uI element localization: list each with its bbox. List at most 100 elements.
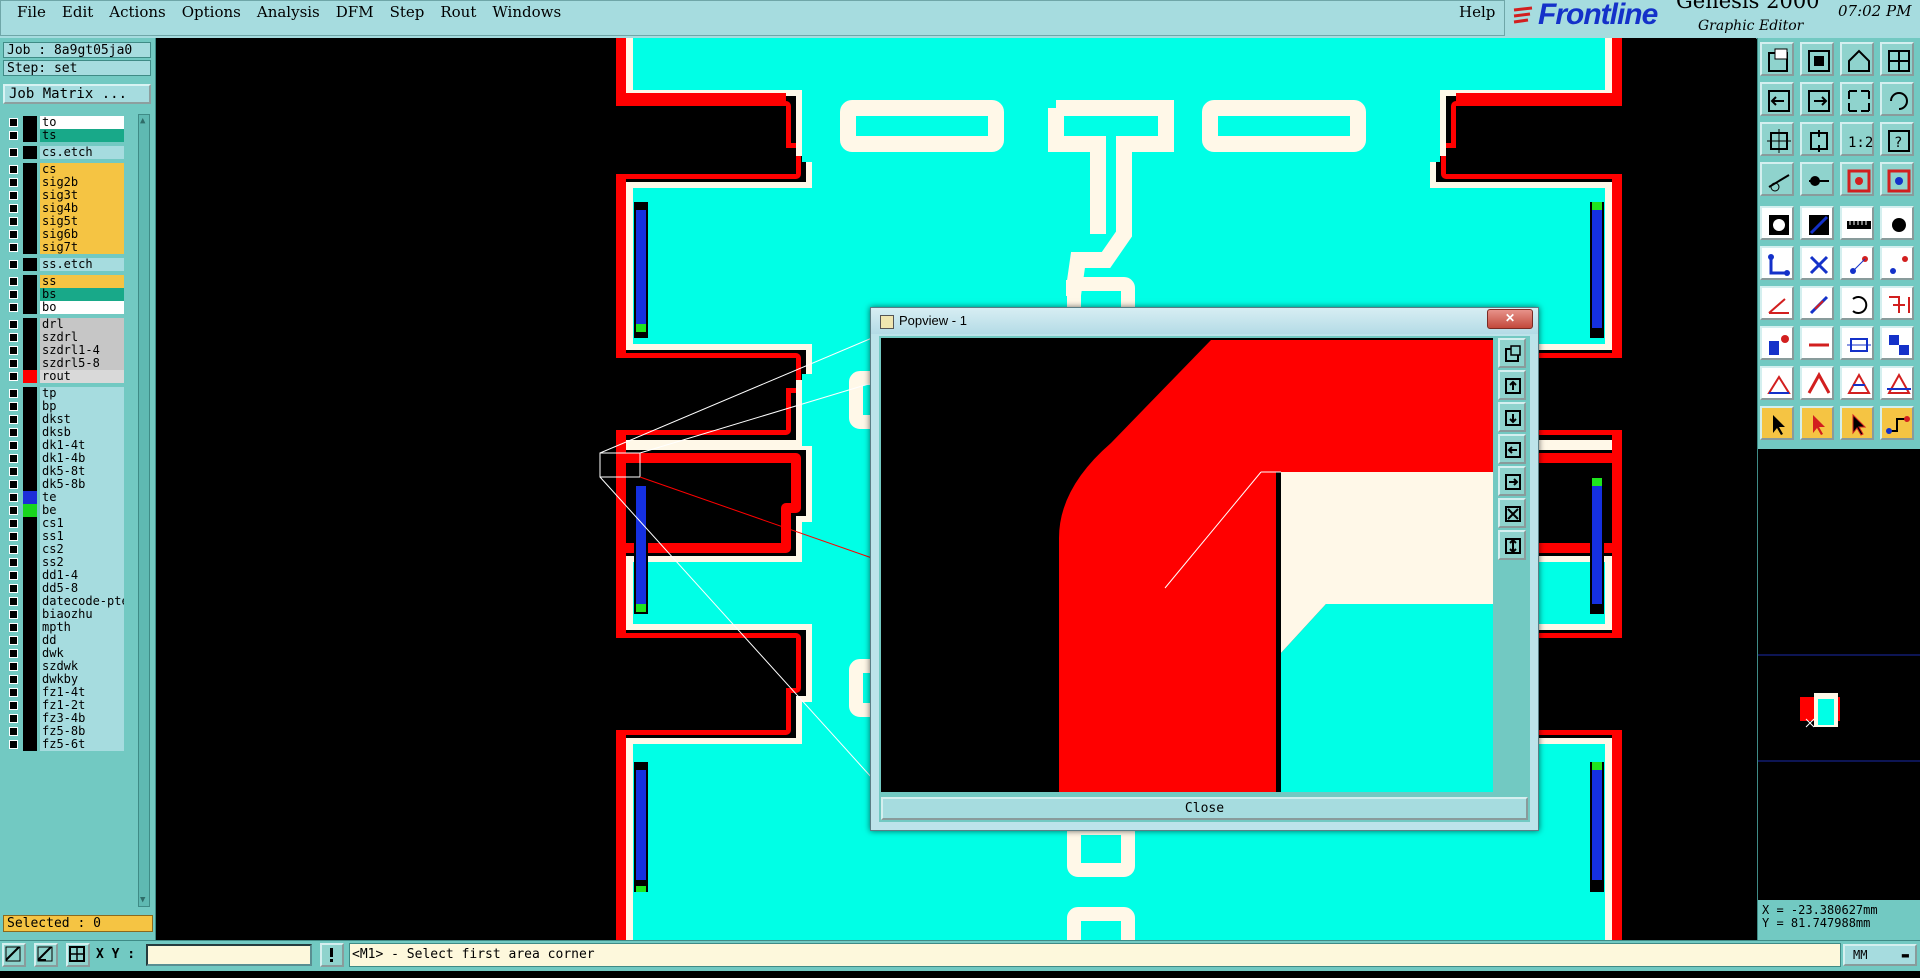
layer-checkbox[interactable] [9, 178, 18, 187]
layer-red-icon[interactable] [1840, 162, 1874, 196]
menu-actions[interactable]: Actions [101, 1, 173, 23]
layer-checkbox[interactable] [9, 372, 18, 381]
layer-label[interactable]: fz5-8b [40, 725, 124, 738]
menu-step[interactable]: Step [382, 1, 433, 23]
ruler-icon[interactable] [1840, 206, 1874, 240]
layer-row[interactable]: sig4b [3, 202, 125, 215]
menu-help[interactable]: Help [1459, 1, 1495, 23]
angle-icon[interactable] [1760, 286, 1794, 320]
popview-close-button[interactable]: Close [881, 797, 1528, 820]
zoom-home-icon[interactable] [1760, 42, 1794, 76]
layer-label[interactable]: szdrl1-4 [40, 344, 124, 357]
layer-row[interactable]: fz1-4t [3, 686, 125, 699]
layer-checkbox[interactable] [9, 636, 18, 645]
layer-checkbox[interactable] [9, 454, 18, 463]
layer-label[interactable]: fz1-2t [40, 699, 124, 712]
layer-row[interactable]: fz5-8b [3, 725, 125, 738]
triangle-arrow-icon[interactable] [1840, 366, 1874, 400]
layer-label[interactable]: cs2 [40, 543, 124, 556]
layer-row[interactable]: szdwk [3, 660, 125, 673]
help-icon[interactable]: ? [1880, 122, 1914, 156]
info-icon[interactable] [320, 943, 344, 967]
layer-row[interactable]: dk1-4t [3, 439, 125, 452]
layer-label[interactable]: sig7t [40, 241, 124, 254]
popview-close-x-button[interactable]: ✕ [1487, 309, 1533, 329]
pan-left-icon[interactable] [1760, 82, 1794, 116]
layer-row[interactable]: szdrl1-4 [3, 344, 125, 357]
layer-checkbox[interactable] [9, 623, 18, 632]
layer-label[interactable]: dk5-8t [40, 465, 124, 478]
popview-pan-left-icon[interactable] [1498, 434, 1526, 464]
layer-label[interactable]: sig4b [40, 202, 124, 215]
layer-checkbox[interactable] [9, 415, 18, 424]
menu-rout[interactable]: Rout [432, 1, 484, 23]
triangle-flat-icon[interactable] [1880, 366, 1914, 400]
layer-label[interactable]: bs [40, 288, 124, 301]
layer-row[interactable]: ss.etch [3, 258, 125, 271]
layer-row[interactable]: dk5-8b [3, 478, 125, 491]
layer-label[interactable]: be [40, 504, 124, 517]
scale-1-2-icon[interactable]: 1:2 [1840, 122, 1874, 156]
layer-label[interactable]: fz1-4t [40, 686, 124, 699]
dash-icon[interactable] [1800, 326, 1834, 360]
layer-label[interactable]: dd [40, 634, 124, 647]
layer-checkbox[interactable] [9, 740, 18, 749]
layer-label[interactable]: rout [40, 370, 124, 383]
layer-checkbox[interactable] [9, 532, 18, 541]
measure-icon[interactable] [1760, 162, 1794, 196]
layer-label[interactable]: dd5-8 [40, 582, 124, 595]
layer-row[interactable]: ss1 [3, 530, 125, 543]
layer-row[interactable]: ts [3, 129, 125, 142]
layer-label[interactable]: tp [40, 387, 124, 400]
layer-checkbox[interactable] [9, 243, 18, 252]
popview-fit-icon[interactable] [1498, 498, 1526, 528]
triangle-pick-icon[interactable] [1800, 366, 1834, 400]
layer-row[interactable]: tp [3, 387, 125, 400]
popview-zoom-out-icon[interactable] [1498, 402, 1526, 432]
layer-checkbox[interactable] [9, 558, 18, 567]
copy-icon[interactable] [1760, 326, 1794, 360]
layer-checkbox[interactable] [9, 480, 18, 489]
layer-label[interactable]: sig5t [40, 215, 124, 228]
layer-row[interactable]: dd5-8 [3, 582, 125, 595]
window-icon[interactable] [1880, 42, 1914, 76]
layer-checkbox[interactable] [9, 688, 18, 697]
layer-row[interactable]: dk5-8t [3, 465, 125, 478]
layer-label[interactable]: sig2b [40, 176, 124, 189]
grid-mode-icon[interactable] [66, 943, 90, 967]
layer-checkbox[interactable] [9, 277, 18, 286]
layer-checkbox[interactable] [9, 584, 18, 593]
layer-row[interactable]: sig6b [3, 228, 125, 241]
cross-icon[interactable] [1800, 246, 1834, 280]
layer-label[interactable]: biaozhu [40, 608, 124, 621]
select-arrow-orange-icon[interactable] [1840, 406, 1874, 440]
layer-row[interactable]: fz1-2t [3, 699, 125, 712]
select-arrow-icon[interactable] [1760, 406, 1794, 440]
layer-checkbox[interactable] [9, 320, 18, 329]
layer-row[interactable]: cs.etch [3, 146, 125, 159]
overview-map[interactable] [1758, 449, 1920, 901]
layer-label[interactable]: cs1 [40, 517, 124, 530]
layer-row[interactable]: dkst [3, 413, 125, 426]
layer-row[interactable]: ss [3, 275, 125, 288]
layer-label[interactable]: te [40, 491, 124, 504]
layer-label[interactable]: ss1 [40, 530, 124, 543]
layer-checkbox[interactable] [9, 148, 18, 157]
layer-row[interactable]: szdrl [3, 331, 125, 344]
layer-row[interactable]: sig7t [3, 241, 125, 254]
layer-row[interactable]: cs1 [3, 517, 125, 530]
fit-icon[interactable] [1840, 82, 1874, 116]
layer-label[interactable]: szdwk [40, 660, 124, 673]
layer-row[interactable]: dwkby [3, 673, 125, 686]
menu-options[interactable]: Options [174, 1, 249, 23]
layer-row[interactable]: szdrl5-8 [3, 357, 125, 370]
layer-label[interactable]: dd1-4 [40, 569, 124, 582]
layer-checkbox[interactable] [9, 333, 18, 342]
zoom-in-icon[interactable] [1800, 42, 1834, 76]
menu-edit[interactable]: Edit [54, 1, 101, 23]
menu-analysis[interactable]: Analysis [249, 1, 328, 23]
layer-checkbox[interactable] [9, 346, 18, 355]
layer-checkbox[interactable] [9, 506, 18, 515]
node-dot-icon[interactable] [1880, 246, 1914, 280]
layer-label[interactable]: fz3-4b [40, 712, 124, 725]
